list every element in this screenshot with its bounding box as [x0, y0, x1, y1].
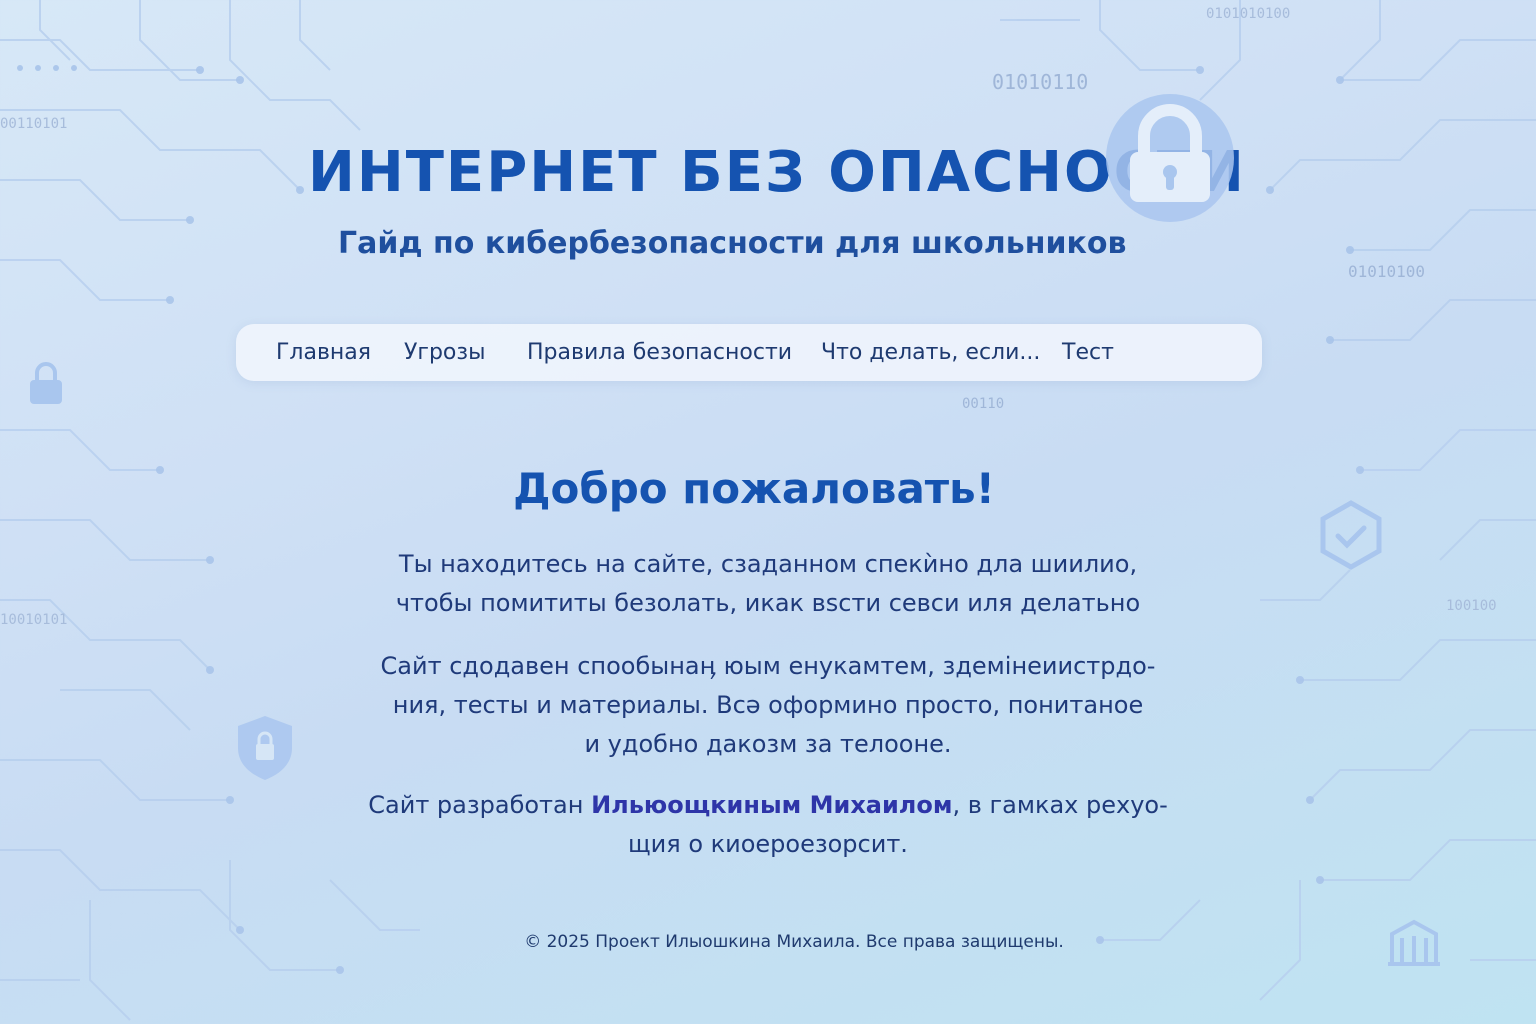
padlock-icon: [1106, 94, 1234, 222]
binary-snippet: 01010110: [992, 70, 1089, 94]
welcome-heading: Добро пожаловать!: [513, 464, 995, 513]
author-line: щия о киоероезорсит.: [628, 830, 908, 858]
nav-item-what-to-do[interactable]: Что делать, если...: [821, 324, 1040, 381]
about-line: ния, тесты и материалы. Всә оформино про…: [392, 691, 1144, 719]
binary-snippet: 00110: [962, 396, 1005, 412]
lock-icon: [30, 362, 62, 404]
author-name: Ильюощкиным Михаилом: [591, 791, 953, 819]
author-paragraph: Сайт разработан Ильюощкиным Михаилом, в …: [366, 786, 1170, 864]
author-prefix: Сайт разработан: [368, 791, 592, 819]
main-nav: Главная Угрозы Правила безопасности Что …: [236, 324, 1262, 381]
shield-lock-icon: [238, 716, 292, 780]
about-line: Сайт сдодавен спообынаӊ юым енукамтем, з…: [380, 652, 1156, 680]
nav-item-home[interactable]: Главная: [276, 324, 371, 381]
intro-line: Ты находитесь на сайте, сзаданном спекѝн…: [398, 550, 1138, 578]
nav-item-test[interactable]: Тест: [1062, 324, 1114, 381]
about-paragraph: Сайт сдодавен спообынаӊ юым енукамтем, з…: [366, 647, 1170, 764]
binary-snippet: 01010100: [1348, 262, 1426, 281]
binary-snippet: 0101010100: [1206, 6, 1291, 22]
binary-snippet: 10010101: [0, 612, 68, 628]
binary-snippet: 00110101: [0, 116, 68, 132]
intro-line: чтобы помититы безолать, икак вѕсти севс…: [395, 589, 1141, 617]
nav-item-safety-rules[interactable]: Правила безопасности: [527, 324, 792, 381]
site-subtitle: Гайд по кибербезопасности для школьников: [338, 226, 1127, 261]
binary-snippet: 100100: [1446, 598, 1497, 614]
footer-copyright: © 2025 Проект Илыошкина Михаила. Все пра…: [524, 932, 1064, 952]
intro-paragraph: Ты находитесь на сайте, сзаданном спекѝн…: [366, 545, 1170, 623]
about-line: и удобно дакозм за телооне.: [584, 730, 952, 758]
author-suffix: , в гамках рехуо-: [952, 791, 1168, 819]
author-line: Сайт разработан Ильюощкиным Михаилом, в …: [366, 786, 1170, 825]
nav-item-threats[interactable]: Угрозы: [404, 324, 485, 381]
